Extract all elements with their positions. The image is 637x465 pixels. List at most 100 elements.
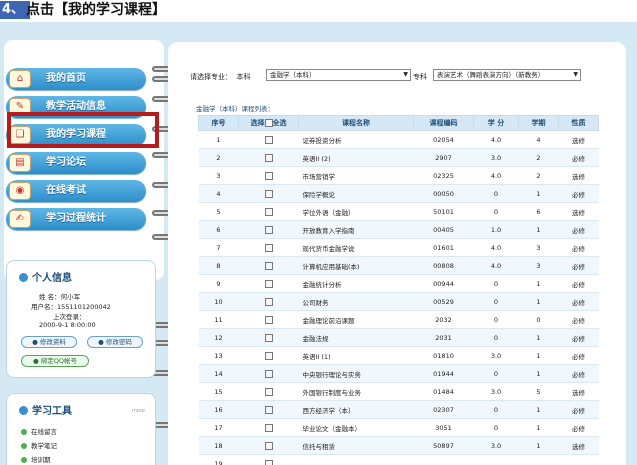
row-term: 4 bbox=[518, 130, 559, 149]
row-checkbox[interactable] bbox=[264, 333, 273, 342]
row-checkbox[interactable] bbox=[264, 369, 273, 378]
row-checkbox[interactable] bbox=[264, 387, 273, 396]
row-credit: 0 bbox=[473, 400, 519, 419]
row-course-name: 外国银行制度与业务 bbox=[298, 382, 414, 401]
table-row[interactable]: 2 英语II (2) 2907 3.0 2 必修 bbox=[198, 148, 599, 167]
row-checkbox[interactable] bbox=[264, 297, 273, 306]
row-no: 15 bbox=[198, 382, 239, 401]
row-no: 16 bbox=[198, 400, 239, 419]
row-course-code bbox=[413, 454, 474, 465]
row-course-code: 02325 bbox=[413, 166, 474, 185]
row-type: 必修 bbox=[558, 310, 599, 329]
major-select-undergrad[interactable]: 金融学（本科） ▼ bbox=[266, 69, 411, 81]
row-checkbox[interactable] bbox=[264, 135, 273, 144]
table-row[interactable]: 1 证券投资分析 02054 4.0 4 选修 bbox=[198, 130, 599, 149]
row-checkbox[interactable] bbox=[264, 351, 273, 360]
row-type: 选修 bbox=[558, 166, 599, 185]
edit-profile-button[interactable]: ● 修改资料 bbox=[21, 336, 77, 348]
table-row[interactable]: 10 公司财务 00529 0 1 必修 bbox=[198, 292, 599, 311]
table-row[interactable]: 5 学位外语（金融） 50101 0 6 选修 bbox=[198, 202, 599, 221]
row-credit: 3.0 bbox=[473, 148, 519, 167]
row-course-name: 市场营销学 bbox=[298, 166, 414, 185]
row-checkbox[interactable] bbox=[264, 171, 273, 180]
row-select bbox=[238, 148, 299, 167]
row-course-name: 开放教育入学指南 bbox=[298, 220, 414, 239]
row-credit bbox=[473, 454, 519, 465]
nav-online-exam[interactable]: ◉ 在线考试 bbox=[6, 180, 146, 202]
table-row[interactable]: 19 bbox=[198, 454, 599, 465]
table-row[interactable]: 16 西方经济学（本） 02307 0 1 必修 bbox=[198, 400, 599, 419]
nav-study-statistics[interactable]: ✍ 学习过程统计 bbox=[6, 208, 146, 230]
major-select-junior[interactable]: 表演艺术（舞蹈表演方向）（新教务） ▼ bbox=[433, 69, 581, 81]
bind-qq-label: 绑定QQ帐号 bbox=[40, 357, 77, 365]
table-row[interactable]: 14 中央银行理论与实务 01944 0 1 必修 bbox=[198, 364, 599, 383]
row-no: 7 bbox=[198, 238, 239, 257]
row-checkbox[interactable] bbox=[264, 243, 273, 252]
row-type: 选修 bbox=[558, 202, 599, 221]
row-type: 选修 bbox=[558, 130, 599, 149]
row-no: 2 bbox=[198, 148, 239, 167]
table-row[interactable]: 8 计算机应用基础(本) 00808 4.0 3 必修 bbox=[198, 256, 599, 275]
row-select bbox=[238, 130, 299, 149]
row-checkbox[interactable] bbox=[264, 279, 273, 288]
col-header-code: 课程编码 bbox=[413, 115, 474, 131]
step-instruction: 点击【我的学习课程】 bbox=[26, 2, 166, 18]
nav-my-home[interactable]: ⌂ 我的首页 bbox=[6, 68, 146, 90]
major-select-value: 金融学（本科） bbox=[270, 71, 316, 79]
row-checkbox[interactable] bbox=[264, 315, 273, 324]
tools-icon bbox=[19, 406, 28, 415]
table-row[interactable]: 4 保险学概论 00050 0 1 必修 bbox=[198, 184, 599, 203]
table-row[interactable]: 9 金融统计分析 00944 0 1 必修 bbox=[198, 274, 599, 293]
edit-password-button[interactable]: ● 修改密码 bbox=[87, 336, 143, 348]
tool-training[interactable]: 培训期 bbox=[21, 454, 51, 464]
row-select bbox=[238, 382, 299, 401]
tool-online-message[interactable]: 在线留言 bbox=[21, 426, 57, 436]
table-row[interactable]: 13 英语II (1) 01810 3.0 1 必修 bbox=[198, 346, 599, 365]
row-no: 11 bbox=[198, 310, 239, 329]
row-checkbox[interactable] bbox=[264, 153, 273, 162]
row-checkbox[interactable] bbox=[264, 261, 273, 270]
table-row[interactable]: 6 开放教育入学指南 00405 1.0 1 必修 bbox=[198, 220, 599, 239]
row-course-code: 2031 bbox=[413, 328, 474, 347]
row-credit: 3.0 bbox=[473, 382, 519, 401]
chevron-down-icon: ▼ bbox=[573, 71, 578, 78]
row-checkbox[interactable] bbox=[264, 459, 273, 465]
row-checkbox[interactable] bbox=[264, 405, 273, 414]
row-checkbox[interactable] bbox=[264, 441, 273, 450]
row-course-name: 保险学概论 bbox=[298, 184, 414, 203]
study-tools-title-text: 学习工具 bbox=[32, 406, 72, 417]
row-term: 1 bbox=[518, 436, 559, 455]
filter-label-text: 请选择专业： bbox=[190, 73, 232, 81]
row-no: 9 bbox=[198, 274, 239, 293]
table-row[interactable]: 3 市场营销学 02325 4.0 2 选修 bbox=[198, 166, 599, 185]
level-label-undergrad: 本科 bbox=[236, 73, 251, 81]
step-header: 4、 点击【我的学习课程】 bbox=[0, 0, 637, 22]
table-row[interactable]: 7 现代货币金融学说 01601 4.0 3 必修 bbox=[198, 238, 599, 257]
row-type: 必修 bbox=[558, 400, 599, 419]
more-link[interactable]: more bbox=[132, 408, 145, 414]
table-row[interactable]: 18 信托与租赁 50897 3.0 1 选修 bbox=[198, 436, 599, 455]
row-term: 1 bbox=[518, 292, 559, 311]
tool-teaching-notes[interactable]: 教学笔记 bbox=[21, 440, 57, 450]
bind-qq-button[interactable]: ● 绑定QQ帐号 bbox=[21, 355, 89, 367]
edit-profile-label: 修改资料 bbox=[39, 338, 66, 346]
student-name: 姓 名：何小军 bbox=[39, 293, 81, 301]
row-select bbox=[238, 166, 299, 185]
row-course-name: 中央银行理论与实务 bbox=[298, 364, 414, 383]
row-checkbox[interactable] bbox=[264, 225, 273, 234]
row-course-name: 现代货币金融学说 bbox=[298, 238, 414, 257]
row-checkbox[interactable] bbox=[264, 207, 273, 216]
personal-info-title: 个人信息 bbox=[19, 269, 72, 284]
table-row[interactable]: 17 毕业论文（金融本） 3051 0 1 必修 bbox=[198, 418, 599, 437]
row-checkbox[interactable] bbox=[264, 423, 273, 432]
row-course-code: 00529 bbox=[413, 292, 474, 311]
table-row[interactable]: 12 金融法规 2031 0 1 必修 bbox=[198, 328, 599, 347]
nav-study-forum[interactable]: ▤ 学习论坛 bbox=[6, 152, 146, 174]
row-checkbox[interactable] bbox=[264, 189, 273, 198]
row-no: 6 bbox=[198, 220, 239, 239]
select-all-checkbox[interactable] bbox=[264, 119, 273, 127]
row-type: 必修 bbox=[558, 346, 599, 365]
table-row[interactable]: 11 金融理论前沿课题 2032 0 0 必修 bbox=[198, 310, 599, 329]
table-row[interactable]: 15 外国银行制度与业务 01484 3.0 5 选修 bbox=[198, 382, 599, 401]
row-credit: 0 bbox=[473, 310, 519, 329]
